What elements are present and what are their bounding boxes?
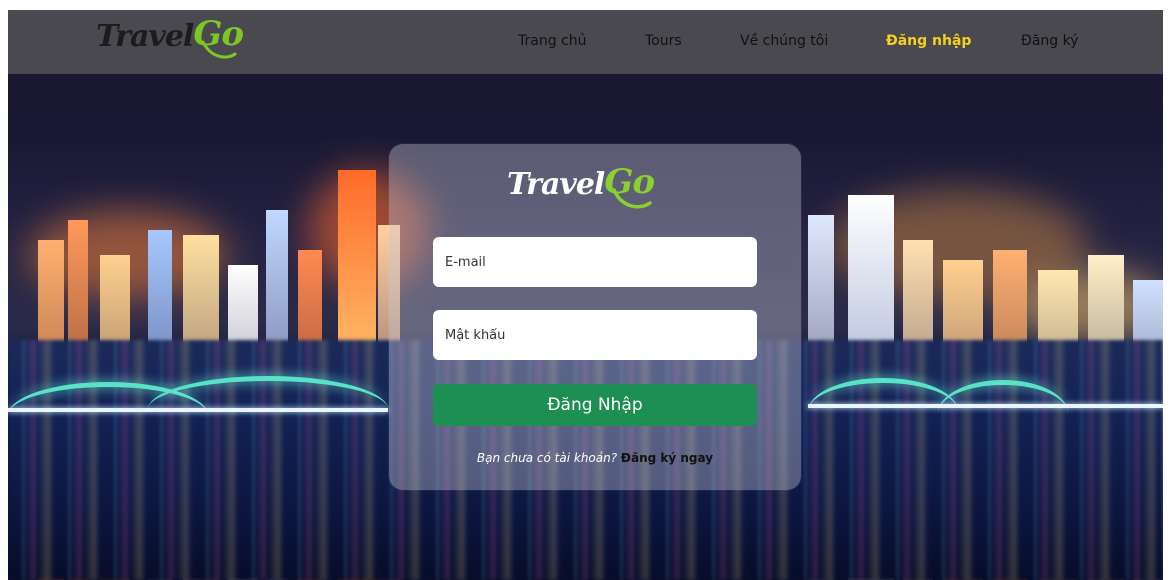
email-input[interactable]: [433, 237, 757, 287]
nav-link-register[interactable]: Đăng ký: [1021, 33, 1079, 49]
password-input[interactable]: [433, 310, 757, 360]
signup-question: Bạn chưa có tài khoản?: [476, 451, 618, 465]
signup-prompt: Bạn chưa có tài khoản? Đăng ký ngay: [389, 451, 801, 465]
signup-link[interactable]: Đăng ký ngay: [621, 451, 713, 465]
nav-menu: Trang chủ Tours Về chúng tôi Đăng nhập Đ…: [8, 10, 1163, 74]
login-card: Travel Go Đăng Nhập Bạn chưa có tài khoả…: [389, 144, 801, 490]
top-navbar: Travel Go Trang chủ Tours Về chúng tôi Đ…: [8, 10, 1163, 74]
nav-link-home[interactable]: Trang chủ: [518, 33, 586, 49]
login-card-logo-go: Go: [604, 162, 655, 209]
login-card-logo: Travel Go: [507, 162, 655, 209]
logo-swoosh-icon: [612, 188, 653, 209]
page-frame: Travel Go Trang chủ Tours Về chúng tôi Đ…: [8, 10, 1163, 580]
login-submit-button[interactable]: Đăng Nhập: [433, 384, 757, 426]
nav-link-about[interactable]: Về chúng tôi: [740, 33, 828, 49]
login-card-logo-travel: Travel: [507, 167, 605, 202]
nav-link-login[interactable]: Đăng nhập: [886, 33, 971, 49]
nav-link-tours[interactable]: Tours: [645, 33, 682, 49]
